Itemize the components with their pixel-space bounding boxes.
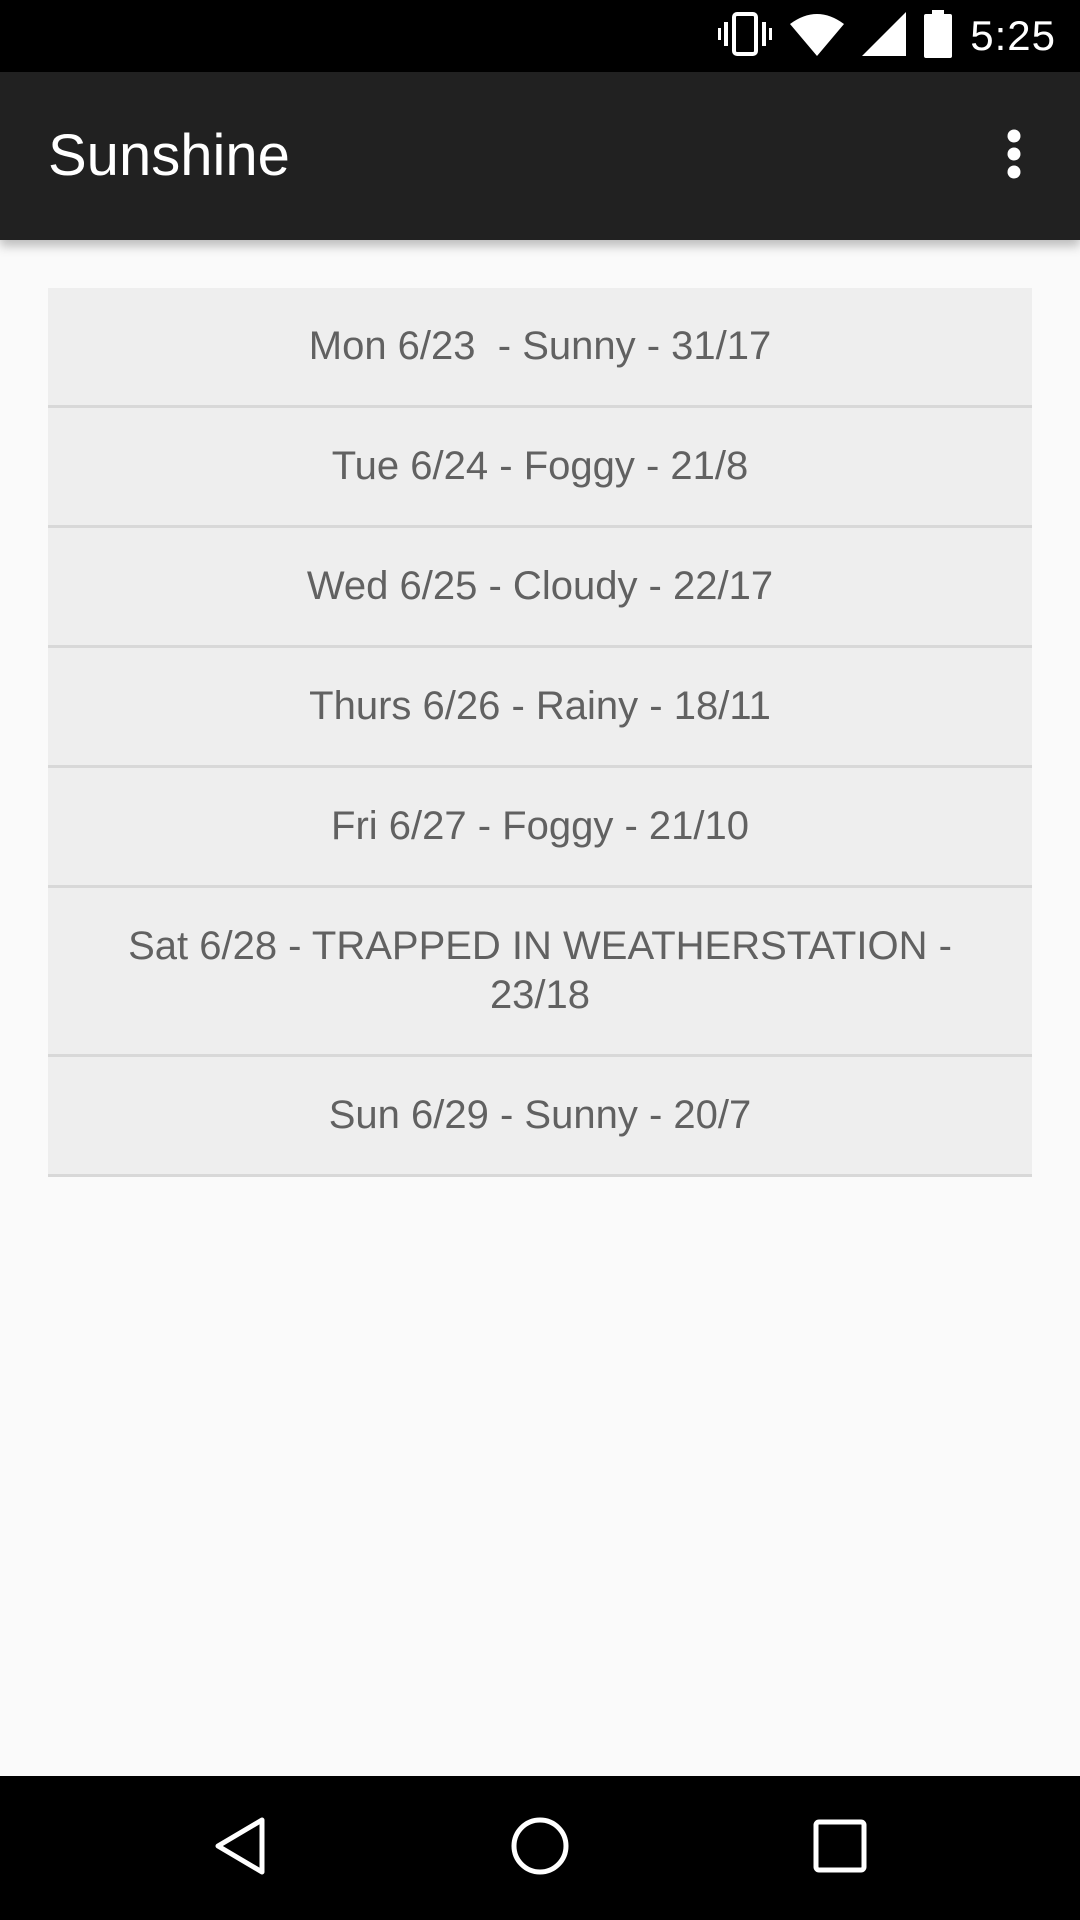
app-title: Sunshine [48, 123, 290, 188]
battery-icon [924, 9, 953, 63]
forecast-list-item[interactable]: Sun 6/29 - Sunny - 20/7 [48, 1057, 1032, 1177]
main-content: Mon 6/23 - Sunny - 31/17 Tue 6/24 - Fogg… [0, 240, 1080, 1776]
forecast-list-item[interactable]: Mon 6/23 - Sunny - 31/17 [48, 288, 1032, 408]
forecast-list-item[interactable]: Tue 6/24 - Foggy - 21/8 [48, 408, 1032, 528]
forecast-list-item[interactable]: Sat 6/28 - TRAPPED IN WEATHERSTATION - 2… [48, 888, 1032, 1057]
home-icon [510, 1816, 570, 1881]
vibrate-icon [718, 11, 773, 61]
status-bar: 5:25 [0, 0, 1080, 72]
home-button[interactable] [498, 1806, 582, 1890]
status-icons: 5:25 [718, 0, 1056, 72]
overflow-menu-button[interactable] [972, 114, 1056, 198]
forecast-list: Mon 6/23 - Sunny - 31/17 Tue 6/24 - Fogg… [48, 288, 1032, 1177]
back-icon [212, 1816, 268, 1881]
back-button[interactable] [198, 1806, 282, 1890]
app-bar: Sunshine [0, 72, 1080, 240]
status-time: 5:25 [970, 12, 1056, 59]
navigation-bar [0, 1776, 1080, 1920]
recents-icon [812, 1818, 868, 1879]
forecast-list-item[interactable]: Wed 6/25 - Cloudy - 22/17 [48, 528, 1032, 648]
recents-button[interactable] [798, 1806, 882, 1890]
more-vert-icon [1006, 129, 1022, 184]
cell-signal-icon [862, 11, 907, 61]
forecast-list-item[interactable]: Thurs 6/26 - Rainy - 18/11 [48, 648, 1032, 768]
forecast-list-item[interactable]: Fri 6/27 - Foggy - 21/10 [48, 768, 1032, 888]
wifi-icon [790, 12, 845, 61]
